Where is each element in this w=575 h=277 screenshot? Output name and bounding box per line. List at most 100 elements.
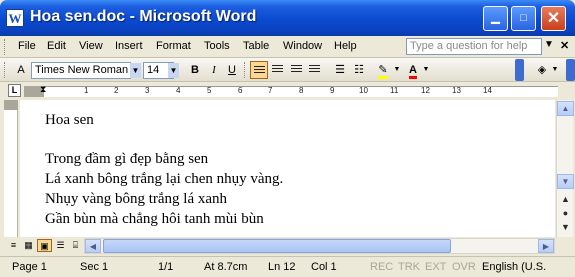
menu-help[interactable]: Help xyxy=(334,40,357,52)
document-close-icon[interactable]: ✕ xyxy=(560,39,569,52)
window-title: Hoa sen.doc - Microsoft Word xyxy=(30,8,257,25)
bullets-icon: ☷ xyxy=(354,64,364,76)
font-name-combo[interactable]: Times New Roman xyxy=(31,62,131,79)
document-line[interactable]: Gần bùn mà chẳng hôi tanh mùi bùn xyxy=(45,211,264,228)
horizontal-ruler[interactable] xyxy=(24,86,558,97)
chevron-down-icon[interactable]: ▼ xyxy=(550,61,560,79)
status-ovr[interactable]: OVR xyxy=(452,261,476,273)
maximize-icon: □ xyxy=(520,12,527,24)
web-layout-button[interactable]: ▦ xyxy=(21,239,36,252)
bullets-button[interactable]: ☷ xyxy=(350,61,368,79)
menu-tools[interactable]: Tools xyxy=(204,40,230,52)
outline-view-icon: ☰ xyxy=(56,240,65,250)
chevron-down-icon[interactable]: ▼ xyxy=(392,61,402,79)
minimize-button[interactable]: ▁ xyxy=(483,6,508,31)
document-line[interactable]: Lá xanh bông trắng lại chen nhụy vàng. xyxy=(45,171,283,188)
tab-selector[interactable]: L xyxy=(8,84,21,97)
ruler-number: 13 xyxy=(452,86,461,95)
maximize-button[interactable]: □ xyxy=(511,6,536,31)
menu-view[interactable]: View xyxy=(79,40,103,52)
normal-view-button[interactable]: ≡ xyxy=(6,239,21,252)
toolbar-separator xyxy=(244,62,247,78)
highlight-button[interactable]: ✎ xyxy=(374,61,392,79)
ruler-number: 10 xyxy=(359,86,368,95)
word-app-icon[interactable]: W xyxy=(6,9,24,27)
menu-window[interactable]: Window xyxy=(283,40,322,52)
align-center-button[interactable] xyxy=(269,61,287,79)
next-page-button[interactable]: ▼ xyxy=(557,221,574,234)
chevron-down-icon[interactable]: ▼ xyxy=(421,61,431,79)
menu-table[interactable]: Table xyxy=(243,40,269,52)
status-ext[interactable]: EXT xyxy=(425,261,446,273)
status-page[interactable]: Page 1 xyxy=(12,261,47,273)
scroll-up-button[interactable]: ▲ xyxy=(557,101,574,116)
status-line[interactable]: Ln 12 xyxy=(268,261,296,273)
reading-layout-icon: ⌸ xyxy=(72,240,79,250)
ruler-number: 2 xyxy=(114,86,119,95)
justify-button[interactable] xyxy=(306,61,324,79)
chevron-down-icon[interactable]: ▼ xyxy=(544,39,554,50)
toolbar-overflow-button[interactable] xyxy=(515,59,524,81)
document-line[interactable]: Trong đầm gì đẹp bằng sen xyxy=(45,151,208,168)
scroll-down-button[interactable]: ▼ xyxy=(557,174,574,189)
ruler-number: 6 xyxy=(238,86,243,95)
underline-button[interactable]: U xyxy=(223,61,241,79)
indent-marker-icon[interactable]: ⧗ xyxy=(40,84,46,95)
normal-view-icon: ≡ xyxy=(10,240,17,250)
ruler-number: 3 xyxy=(145,86,150,95)
document-heading[interactable]: Hoa sen xyxy=(45,112,94,129)
ruler-number: 7 xyxy=(268,86,273,95)
chevron-down-icon[interactable]: ▼ xyxy=(130,63,141,78)
ruler-number: 8 xyxy=(299,86,304,95)
ruler-number: 9 xyxy=(330,86,335,95)
status-rec[interactable]: REC xyxy=(370,261,393,273)
horizontal-scroll-thumb[interactable] xyxy=(103,239,451,253)
status-position[interactable]: At 8.7cm xyxy=(204,261,247,273)
status-pages[interactable]: 1/1 xyxy=(158,261,173,273)
fill-color-button[interactable]: ◈ xyxy=(533,61,551,79)
align-right-icon xyxy=(291,65,302,74)
close-button[interactable]: ✕ xyxy=(541,6,566,31)
numbering-icon: ☰ xyxy=(335,64,345,76)
italic-button[interactable]: I xyxy=(205,61,223,79)
align-left-button[interactable] xyxy=(250,61,268,79)
browse-object-icon: ● xyxy=(562,208,569,218)
font-color-button[interactable]: A xyxy=(404,61,422,79)
scroll-left-button[interactable]: ◀ xyxy=(85,239,101,253)
menu-gripper[interactable] xyxy=(4,39,7,55)
status-trk[interactable]: TRK xyxy=(398,261,420,273)
reading-layout-button[interactable]: ⌸ xyxy=(68,239,83,252)
numbering-button[interactable]: ☰ xyxy=(331,61,349,79)
menu-file[interactable]: File xyxy=(18,40,36,52)
toolbar-gripper[interactable] xyxy=(4,62,7,78)
outline-view-button[interactable]: ☰ xyxy=(53,239,68,252)
toolbar-overflow-button-2[interactable] xyxy=(566,59,575,81)
select-browse-object-button[interactable]: ● xyxy=(557,207,574,220)
styles-pane-icon[interactable]: A xyxy=(12,61,30,79)
bold-button[interactable]: B xyxy=(186,61,204,79)
menu-insert[interactable]: Insert xyxy=(115,40,143,52)
vertical-ruler[interactable] xyxy=(4,100,18,237)
chevron-down-icon[interactable]: ▼ xyxy=(168,63,179,78)
status-language[interactable]: English (U.S. xyxy=(482,261,546,273)
menu-format[interactable]: Format xyxy=(156,40,191,52)
ruler-number: 4 xyxy=(176,86,181,95)
align-left-icon xyxy=(254,66,265,75)
font-color-icon: A xyxy=(409,64,417,79)
ruler-number: 5 xyxy=(207,86,212,95)
document-line[interactable]: Nhụy vàng bông trắng lá xanh xyxy=(45,191,227,208)
align-right-button[interactable] xyxy=(288,61,306,79)
ruler-number: 14 xyxy=(483,86,492,95)
previous-page-button[interactable]: ▲ xyxy=(557,193,574,206)
menu-edit[interactable]: Edit xyxy=(47,40,66,52)
ruler-number: 11 xyxy=(390,86,399,95)
vertical-ruler-margin xyxy=(4,100,18,110)
align-center-icon xyxy=(272,65,283,74)
scroll-right-button[interactable]: ▶ xyxy=(538,239,554,253)
minimize-icon: ▁ xyxy=(491,12,500,24)
status-section[interactable]: Sec 1 xyxy=(80,261,108,273)
help-search-input[interactable]: Type a question for help xyxy=(406,38,542,55)
status-column[interactable]: Col 1 xyxy=(311,261,337,273)
close-icon: ✕ xyxy=(546,10,561,27)
print-layout-button[interactable]: ▣ xyxy=(37,239,52,252)
